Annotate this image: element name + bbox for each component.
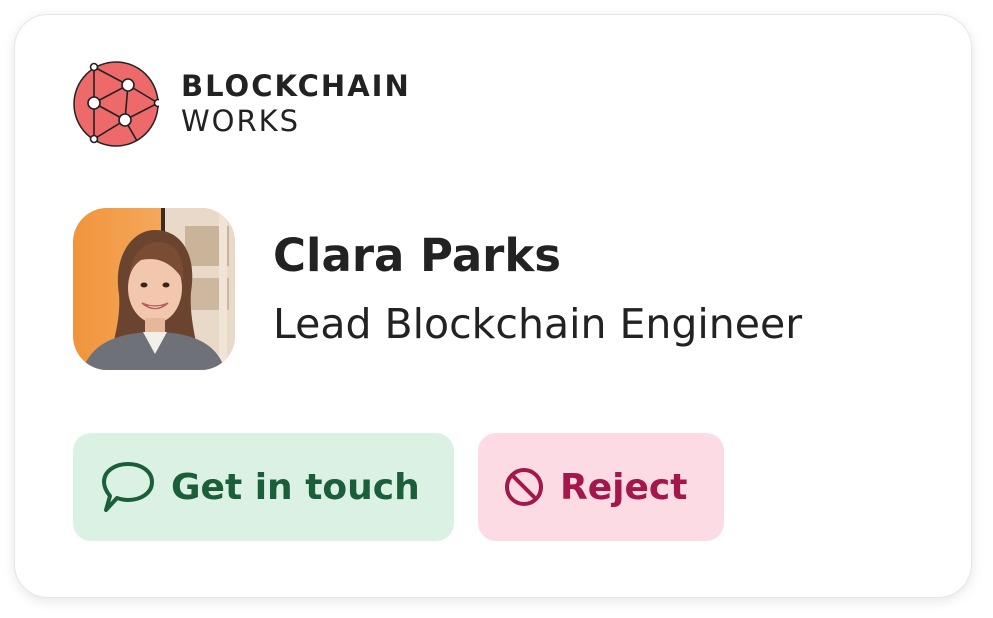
reject-button[interactable]: Reject <box>478 433 724 541</box>
brand: BLOCKCHAIN WORKS <box>73 61 411 147</box>
person-name: Clara Parks <box>273 229 562 282</box>
chat-bubble-icon <box>102 462 154 512</box>
brand-name-line2: WORKS <box>181 104 301 138</box>
get-in-touch-button[interactable]: Get in touch <box>73 433 454 541</box>
network-nodes-icon <box>73 61 159 147</box>
avatar <box>73 208 235 370</box>
brand-name: BLOCKCHAIN WORKS <box>181 72 411 136</box>
profile-section: Clara Parks Lead Blockchain Engineer <box>73 208 802 370</box>
person-title: Lead Blockchain Engineer <box>273 300 803 348</box>
brand-name-line1: BLOCKCHAIN <box>181 69 411 103</box>
reject-label: Reject <box>560 466 688 508</box>
profile-card: BLOCKCHAIN WORKS Clara Parks Lead Blockc… <box>14 14 972 598</box>
get-in-touch-label: Get in touch <box>171 466 420 508</box>
ban-icon <box>505 468 543 506</box>
profile-text: Clara Parks Lead Blockchain Engineer <box>273 233 802 345</box>
action-buttons: Get in touch Reject <box>73 433 724 541</box>
